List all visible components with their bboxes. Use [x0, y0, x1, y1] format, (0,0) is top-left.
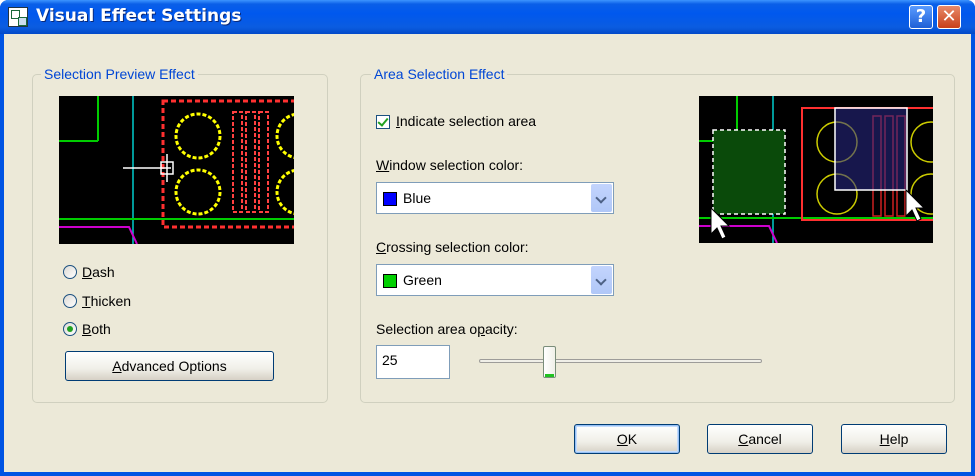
- area-selection-group-label: Area Selection Effect: [371, 66, 508, 82]
- opacity-slider-track[interactable]: [479, 359, 762, 363]
- radio-both[interactable]: Both: [63, 321, 111, 337]
- advanced-options-button[interactable]: Advanced Options: [65, 351, 274, 381]
- radio-thicken-label: Thicken: [82, 293, 132, 309]
- selection-preview-image: [59, 96, 294, 244]
- dialog-client-area: Selection Preview Effect Dash Thicken Bo…: [4, 34, 971, 472]
- close-icon: ✕: [941, 6, 957, 27]
- selection-preview-group: Selection Preview Effect Dash Thicken Bo…: [32, 66, 328, 403]
- radio-thicken[interactable]: Thicken: [63, 293, 131, 309]
- opacity-label: Selection area opacity:: [376, 321, 518, 337]
- question-icon: ?: [915, 6, 927, 27]
- cancel-button[interactable]: Cancel: [707, 424, 813, 454]
- help-titlebar-button[interactable]: ?: [909, 5, 933, 29]
- opacity-input[interactable]: 25: [376, 345, 450, 379]
- crossing-color-label: Crossing selection color:: [376, 239, 529, 255]
- window-color-label: Window selection color:: [376, 157, 524, 173]
- blue-swatch: [383, 192, 397, 206]
- window-color-dropdown[interactable]: Blue: [376, 182, 614, 214]
- help-button[interactable]: Help: [841, 424, 947, 454]
- ok-button[interactable]: OK: [574, 424, 680, 454]
- opacity-slider-thumb[interactable]: [543, 346, 556, 378]
- selection-preview-group-label: Selection Preview Effect: [41, 66, 198, 82]
- indicate-selection-checkbox[interactable]: [376, 115, 390, 129]
- area-selection-preview-image: [699, 96, 933, 243]
- window-title: Visual Effect Settings: [36, 6, 242, 26]
- title-bar[interactable]: Visual Effect Settings ? ✕: [0, 0, 975, 34]
- app-icon: [8, 7, 28, 27]
- window-color-value: Blue: [403, 190, 432, 206]
- radio-both-indicator[interactable]: [63, 322, 77, 336]
- radio-both-label: Both: [82, 321, 111, 337]
- chevron-down-icon[interactable]: [591, 184, 612, 212]
- green-swatch: [383, 274, 397, 288]
- area-selection-preview-drawing: [699, 96, 933, 243]
- close-button[interactable]: ✕: [937, 5, 961, 29]
- indicate-selection-label[interactable]: Indicate selection area: [396, 113, 536, 129]
- area-selection-group: Area Selection Effect Indicate selection…: [360, 66, 955, 403]
- selection-preview-drawing: [59, 96, 294, 244]
- crossing-color-value: Green: [403, 272, 442, 288]
- radio-dash-indicator[interactable]: [63, 265, 77, 279]
- radio-dash-label: Dash: [82, 264, 115, 280]
- crossing-color-dropdown[interactable]: Green: [376, 264, 614, 296]
- radio-dash[interactable]: Dash: [63, 264, 115, 280]
- radio-thicken-indicator[interactable]: [63, 294, 77, 308]
- chevron-down-icon[interactable]: [591, 266, 612, 294]
- dialog-window: Visual Effect Settings ? ✕ Selection Pre…: [0, 0, 975, 476]
